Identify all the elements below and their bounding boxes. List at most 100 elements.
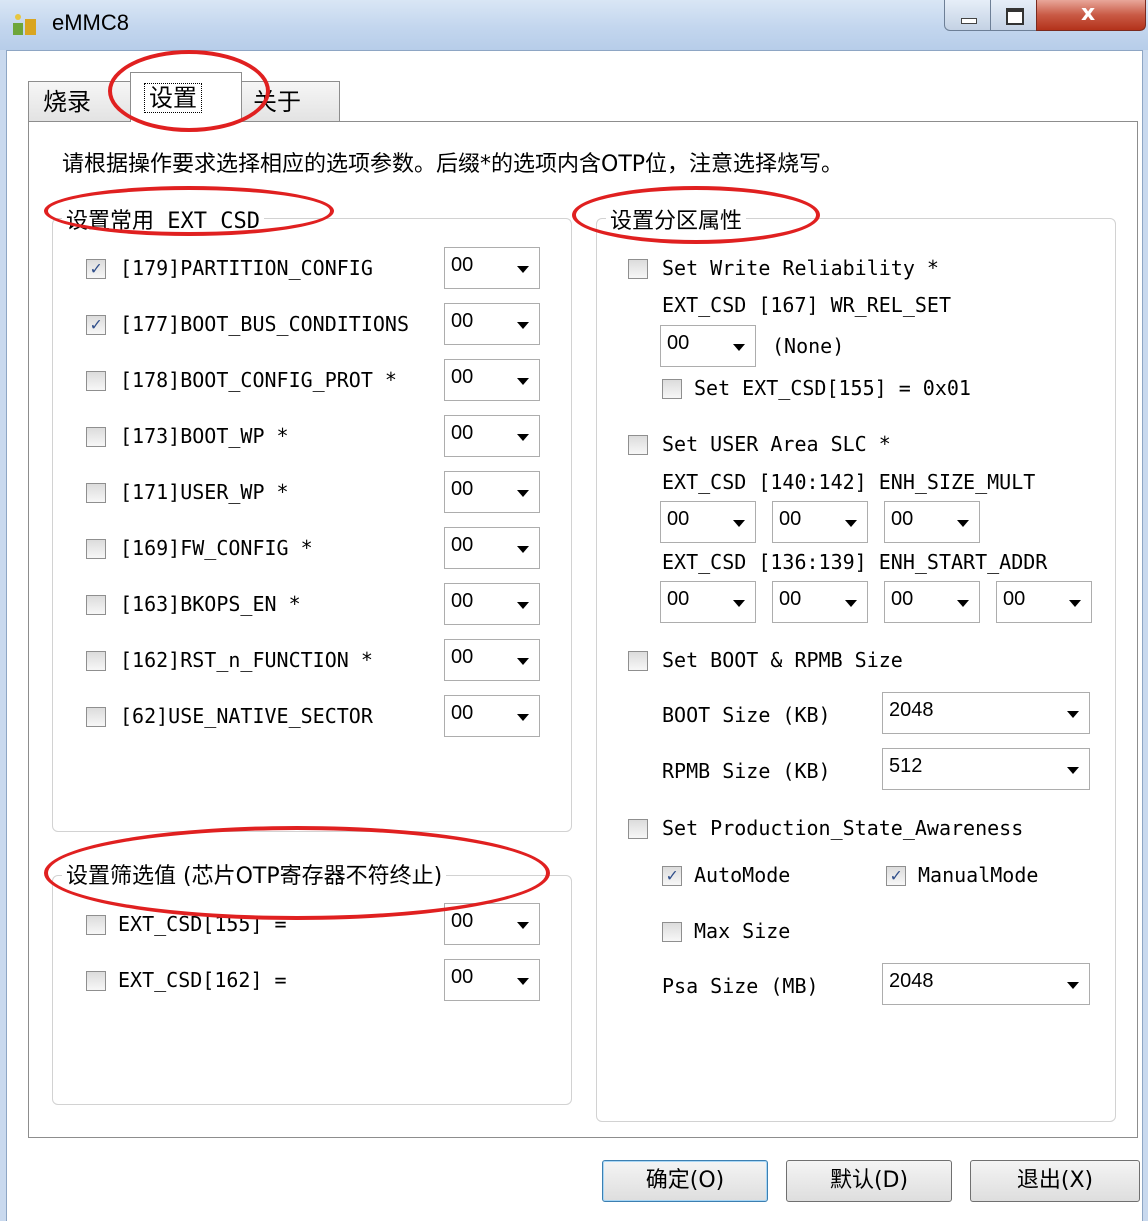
combo-psa-size[interactable]: 2048 — [882, 963, 1090, 1005]
combo-boot-size[interactable]: 2048 — [882, 692, 1090, 734]
combo-enh-addr-3[interactable]: 00 — [996, 581, 1092, 623]
minimize-icon — [961, 18, 977, 24]
label-162: [162]RST_n_FUNCTION * — [120, 648, 373, 672]
chevron-down-icon — [517, 714, 529, 721]
chevron-down-icon — [1067, 982, 1079, 989]
tab-about[interactable]: 关于 — [238, 81, 340, 121]
chevron-down-icon — [517, 602, 529, 609]
combo-enh-size-0-value: 00 — [667, 508, 690, 530]
combo-163-value: 00 — [451, 590, 474, 612]
combo-179[interactable]: 00 — [444, 247, 540, 289]
label-wr-rel-desc: (None) — [772, 334, 845, 358]
tab-burn[interactable]: 烧录 — [28, 81, 132, 121]
checkbox-169[interactable] — [86, 539, 106, 559]
combo-enh-size-1[interactable]: 00 — [772, 501, 868, 543]
label-169: [169]FW_CONFIG * — [120, 536, 313, 560]
ext-csd-row: ✓ [177]BOOT_BUS_CONDITIONS 00 — [0, 303, 560, 345]
combo-enh-addr-2[interactable]: 00 — [884, 581, 980, 623]
combo-enh-size-0[interactable]: 00 — [660, 501, 756, 543]
combo-169[interactable]: 00 — [444, 527, 540, 569]
label-boot-size: BOOT Size (KB) — [662, 703, 831, 727]
ext-csd-row: [163]BKOPS_EN * 00 — [0, 583, 560, 625]
checkbox-automode[interactable]: ✓ — [662, 866, 682, 886]
chevron-down-icon — [517, 378, 529, 385]
checkbox-178[interactable] — [86, 371, 106, 391]
combo-enh-addr-0[interactable]: 00 — [660, 581, 756, 623]
label-psa: Set Production_State_Awareness — [662, 816, 1024, 840]
ext-csd-row: [169]FW_CONFIG * 00 — [0, 527, 560, 569]
checkbox-163[interactable] — [86, 595, 106, 615]
label-enh-start-addr: EXT_CSD [136:139] ENH_START_ADDR — [662, 550, 1048, 574]
tab-settings[interactable]: 设置 — [130, 72, 242, 122]
checkbox-62[interactable] — [86, 707, 106, 727]
label-62: [62]USE_NATIVE_SECTOR — [120, 704, 373, 728]
combo-rpmb-size-value: 512 — [889, 755, 923, 777]
checkbox-user-slc[interactable] — [628, 435, 648, 455]
checkbox-set-155[interactable] — [662, 379, 682, 399]
maximize-icon — [1006, 8, 1024, 25]
checkbox-filter-155[interactable] — [86, 915, 106, 935]
window-frame-left — [0, 50, 7, 1221]
combo-169-value: 00 — [451, 534, 474, 556]
checkbox-max-size[interactable] — [662, 922, 682, 942]
checkbox-manualmode[interactable]: ✓ — [886, 866, 906, 886]
chevron-down-icon — [1067, 711, 1079, 718]
checkbox-162[interactable] — [86, 651, 106, 671]
label-filter-162: EXT_CSD[162] = — [118, 968, 287, 992]
exit-button[interactable]: 退出(X) — [970, 1160, 1140, 1202]
checkbox-177[interactable]: ✓ — [86, 315, 106, 335]
ext-csd-group-title: 设置常用 EXT_CSD — [62, 203, 264, 235]
combo-wr-rel-set-value: 00 — [667, 332, 690, 354]
chevron-down-icon — [517, 266, 529, 273]
checkbox-boot-rpmb[interactable] — [628, 651, 648, 671]
chevron-down-icon — [517, 490, 529, 497]
close-button[interactable]: x — [1036, 0, 1146, 31]
chevron-down-icon — [517, 434, 529, 441]
checkbox-write-reliability[interactable] — [628, 259, 648, 279]
window-frame-right — [1142, 50, 1148, 1221]
maximize-button[interactable] — [990, 0, 1038, 31]
ext-csd-row: [62]USE_NATIVE_SECTOR 00 — [0, 695, 560, 737]
chevron-down-icon — [845, 520, 857, 527]
label-enh-size-mult: EXT_CSD [140:142] ENH_SIZE_MULT — [662, 470, 1036, 494]
title-bar[interactable]: eMMC8 x — [0, 0, 1148, 51]
label-write-reliability: Set Write Reliability * — [662, 256, 939, 280]
chevron-down-icon — [845, 600, 857, 607]
minimize-button[interactable] — [944, 0, 992, 31]
combo-enh-addr-1[interactable]: 00 — [772, 581, 868, 623]
combo-enh-size-2-value: 00 — [891, 508, 914, 530]
combo-enh-addr-3-value: 00 — [1003, 588, 1026, 610]
combo-173[interactable]: 00 — [444, 415, 540, 457]
checkbox-psa[interactable] — [628, 819, 648, 839]
combo-filter-162[interactable]: 00 — [444, 959, 540, 1001]
checkbox-filter-162[interactable] — [86, 971, 106, 991]
combo-62[interactable]: 00 — [444, 695, 540, 737]
app-icon — [13, 14, 36, 35]
combo-enh-addr-1-value: 00 — [779, 588, 802, 610]
combo-163[interactable]: 00 — [444, 583, 540, 625]
combo-rpmb-size[interactable]: 512 — [882, 748, 1090, 790]
checkbox-173[interactable] — [86, 427, 106, 447]
checkbox-171[interactable] — [86, 483, 106, 503]
combo-177-value: 00 — [451, 310, 474, 332]
partition-group-title: 设置分区属性 — [606, 203, 747, 235]
chevron-down-icon — [733, 600, 745, 607]
chevron-down-icon — [517, 922, 529, 929]
combo-enh-addr-0-value: 00 — [667, 588, 690, 610]
label-173: [173]BOOT_WP * — [120, 424, 289, 448]
combo-178[interactable]: 00 — [444, 359, 540, 401]
label-163: [163]BKOPS_EN * — [120, 592, 301, 616]
combo-173-value: 00 — [451, 422, 474, 444]
combo-filter-155[interactable]: 00 — [444, 903, 540, 945]
checkbox-179[interactable]: ✓ — [86, 259, 106, 279]
default-button[interactable]: 默认(D) — [786, 1160, 952, 1202]
combo-enh-size-2[interactable]: 00 — [884, 501, 980, 543]
combo-179-value: 00 — [451, 254, 474, 276]
combo-171[interactable]: 00 — [444, 471, 540, 513]
close-icon: x — [1081, 1, 1096, 26]
combo-162[interactable]: 00 — [444, 639, 540, 681]
chevron-down-icon — [1069, 600, 1081, 607]
ok-button[interactable]: 确定(O) — [602, 1160, 768, 1202]
combo-wr-rel-set[interactable]: 00 — [660, 325, 756, 367]
combo-177[interactable]: 00 — [444, 303, 540, 345]
